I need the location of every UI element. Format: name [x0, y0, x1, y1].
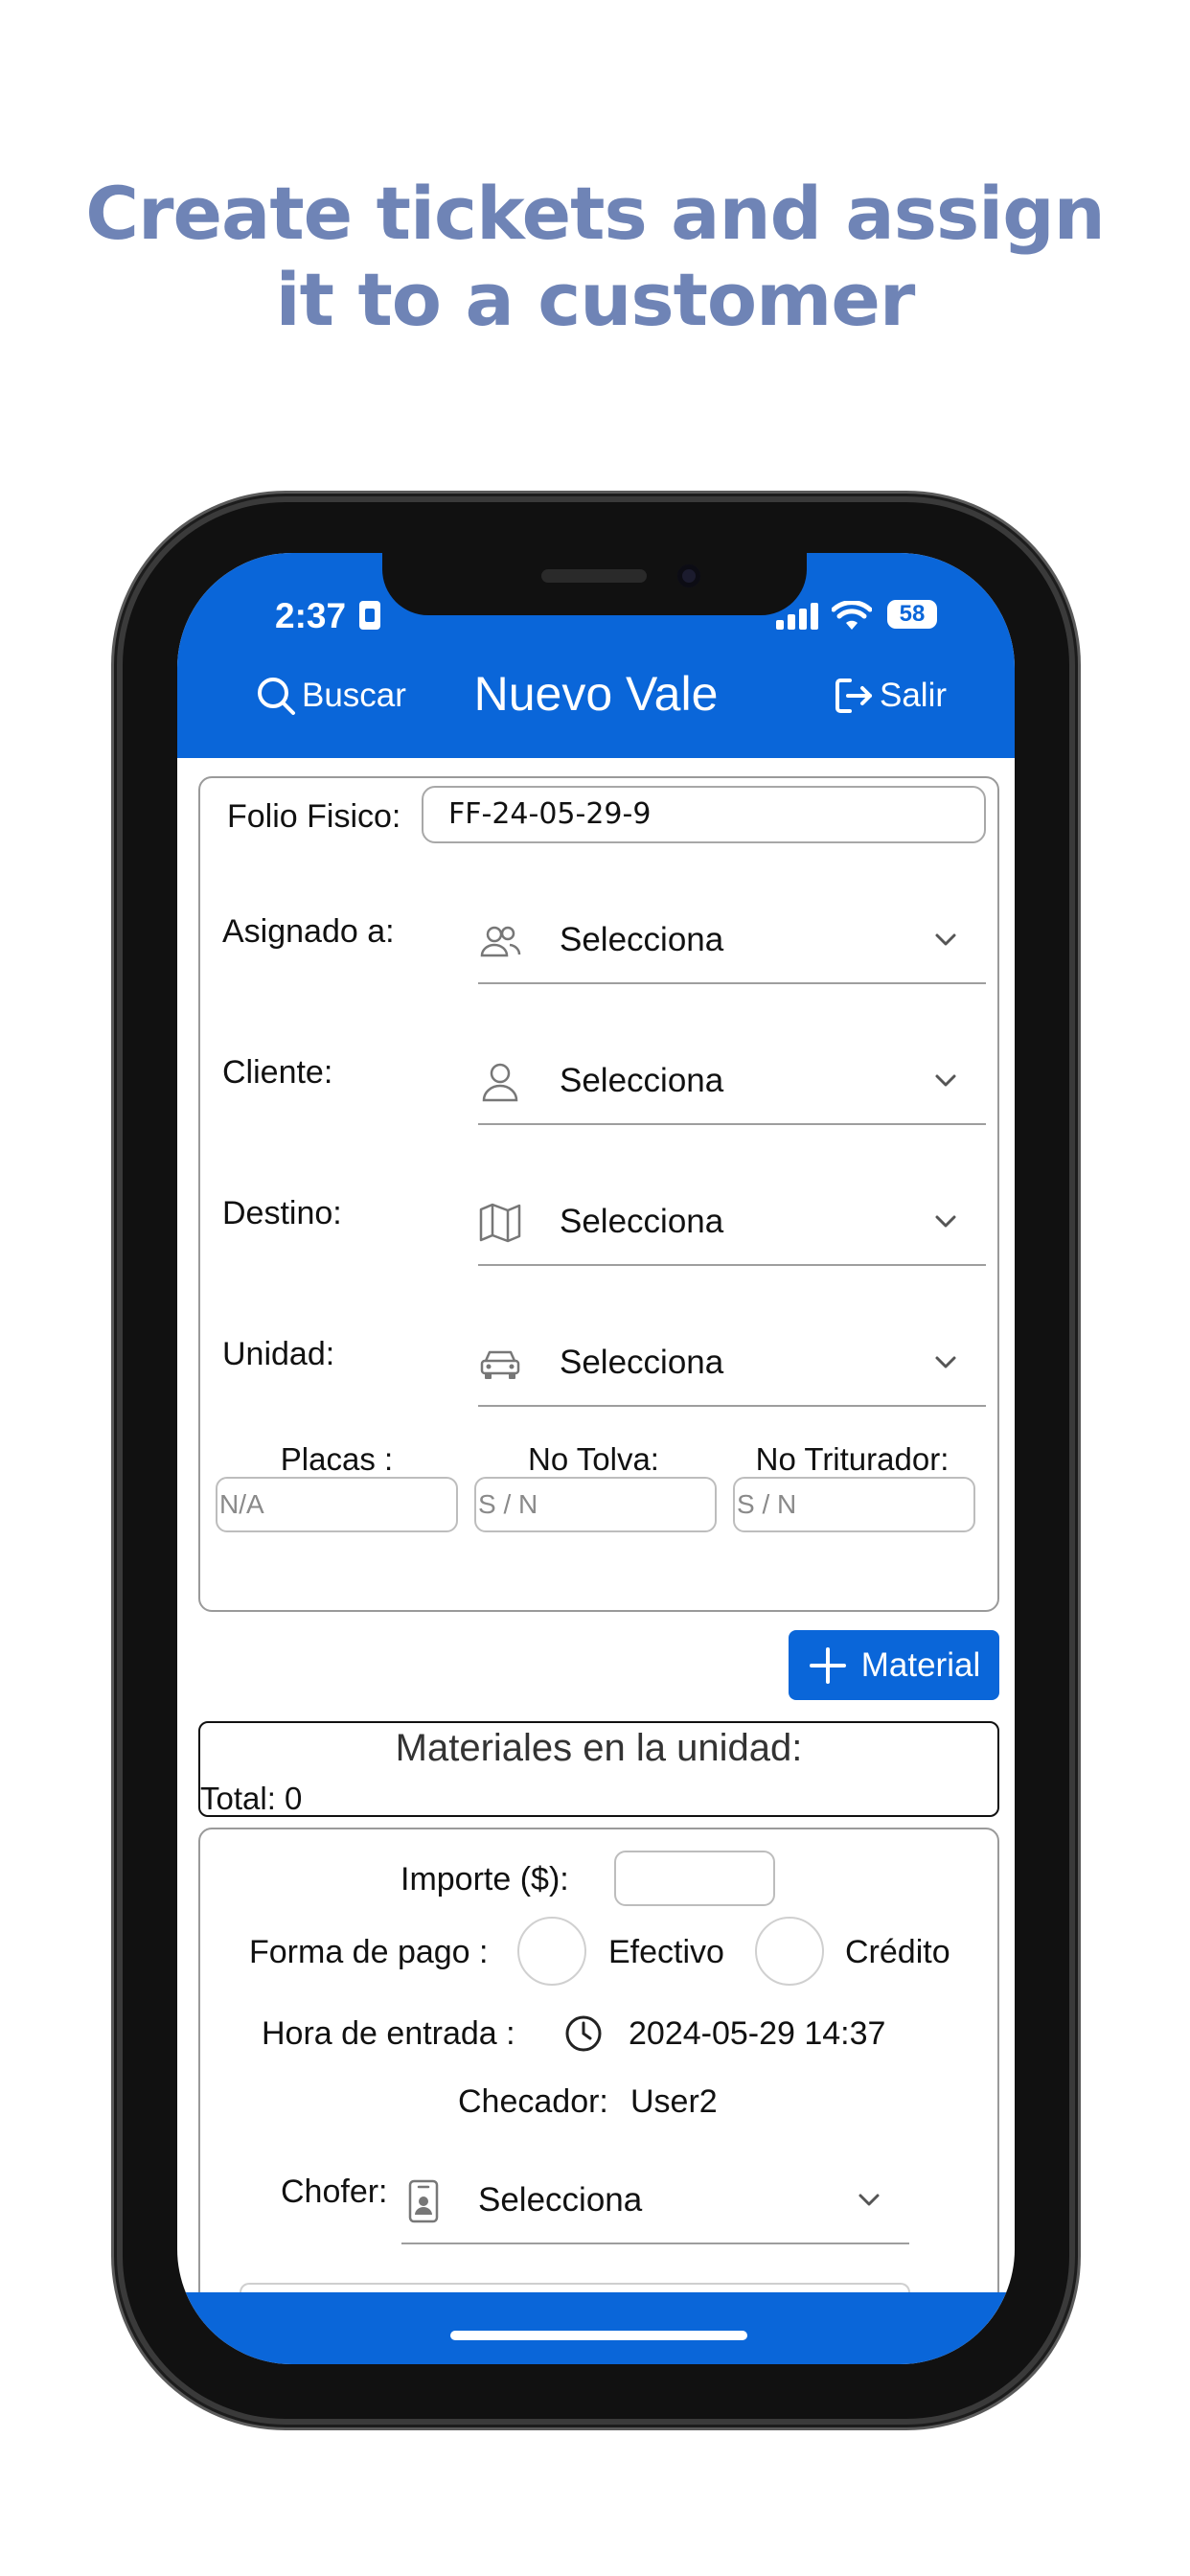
chevron-down-icon: [935, 1356, 956, 1368]
driver-select[interactable]: Selecciona: [401, 2166, 909, 2244]
marketing-headline: Create tickets and assign it to a custom…: [0, 171, 1190, 343]
destination-select[interactable]: Selecciona: [478, 1187, 986, 1266]
front-camera: [677, 564, 700, 587]
add-material-button[interactable]: Material: [789, 1630, 999, 1700]
credit-option-label: Crédito: [845, 1934, 950, 1970]
driver-label: Chofer:: [281, 2174, 388, 2210]
driver-select-value: Selecciona: [478, 2181, 643, 2219]
crusher-label: No Triturador:: [755, 1441, 950, 1477]
amount-input[interactable]: [614, 1851, 775, 1906]
chevron-down-icon: [935, 933, 956, 946]
home-indicator[interactable]: [450, 2331, 747, 2340]
earpiece-speaker: [541, 569, 647, 583]
exit-button[interactable]: Salir: [834, 676, 947, 716]
folio-label: Folio Fisico:: [227, 798, 401, 835]
client-label: Cliente:: [222, 1054, 333, 1091]
status-time: 2:37: [275, 596, 347, 635]
chevron-down-icon: [858, 2194, 880, 2206]
crusher-input[interactable]: S / N: [733, 1477, 975, 1532]
client-select[interactable]: Selecciona: [478, 1046, 986, 1125]
unit-select[interactable]: Selecciona: [478, 1328, 986, 1407]
users-icon: [480, 926, 521, 957]
plates-input[interactable]: N/A: [216, 1477, 458, 1532]
entry-time-value: 2024-05-29 14:37: [629, 2015, 886, 2052]
materials-total: Total: 0: [200, 1781, 303, 1816]
clock-icon: [565, 2015, 602, 2052]
hopper-label: No Tolva:: [528, 1441, 659, 1477]
phone-screen: 2:37 58 Buscar Nuevo Vale Salir Folio Fi…: [177, 553, 1015, 2364]
assigned-label: Asignado a:: [222, 913, 395, 950]
car-icon: [480, 1350, 520, 1379]
phone-notch: [382, 553, 807, 615]
destination-select-value: Selecciona: [560, 1203, 724, 1240]
sim-card-icon: [359, 601, 380, 630]
logout-icon: [835, 678, 872, 713]
plates-label: Placas :: [280, 1441, 394, 1477]
unit-label: Unidad:: [222, 1336, 335, 1372]
map-icon: [479, 1203, 521, 1243]
chevron-down-icon: [935, 1215, 956, 1228]
checker-label: Checador:: [458, 2083, 608, 2120]
payment-card: [198, 1828, 999, 2326]
cash-option-label: Efectivo: [608, 1934, 724, 1970]
add-material-label: Material: [860, 1645, 981, 1684]
user-icon: [482, 1063, 518, 1102]
app-footer: [177, 2292, 1015, 2364]
wifi-icon: [832, 601, 872, 630]
assigned-select[interactable]: Selecciona: [478, 906, 986, 984]
exit-button-label: Salir: [880, 677, 948, 714]
chevron-down-icon: [935, 1074, 956, 1087]
payment-method-label: Forma de pago :: [249, 1934, 489, 1970]
checker-value: User2: [630, 2083, 718, 2120]
hopper-input[interactable]: S / N: [474, 1477, 717, 1532]
plus-icon: [809, 1646, 846, 1684]
entry-time-label: Hora de entrada :: [262, 2015, 515, 2052]
assigned-select-value: Selecciona: [560, 921, 724, 958]
destination-label: Destino:: [222, 1195, 342, 1231]
headline-line-2: it to a customer: [275, 257, 916, 342]
unit-select-value: Selecciona: [560, 1344, 724, 1381]
battery-indicator: 58: [887, 600, 937, 629]
amount-label: Importe ($):: [400, 1861, 569, 1898]
materials-title: Materiales en la unidad:: [395, 1727, 803, 1769]
headline-line-1: Create tickets and assign: [85, 171, 1106, 256]
folio-input[interactable]: FF-24-05-29-9: [422, 786, 986, 843]
cash-radio[interactable]: [517, 1917, 586, 1986]
credit-radio[interactable]: [755, 1917, 824, 1986]
client-select-value: Selecciona: [560, 1062, 724, 1099]
id-badge-icon: [408, 2179, 439, 2223]
materials-list: Materiales en la unidad: Total: 0: [198, 1721, 999, 1817]
